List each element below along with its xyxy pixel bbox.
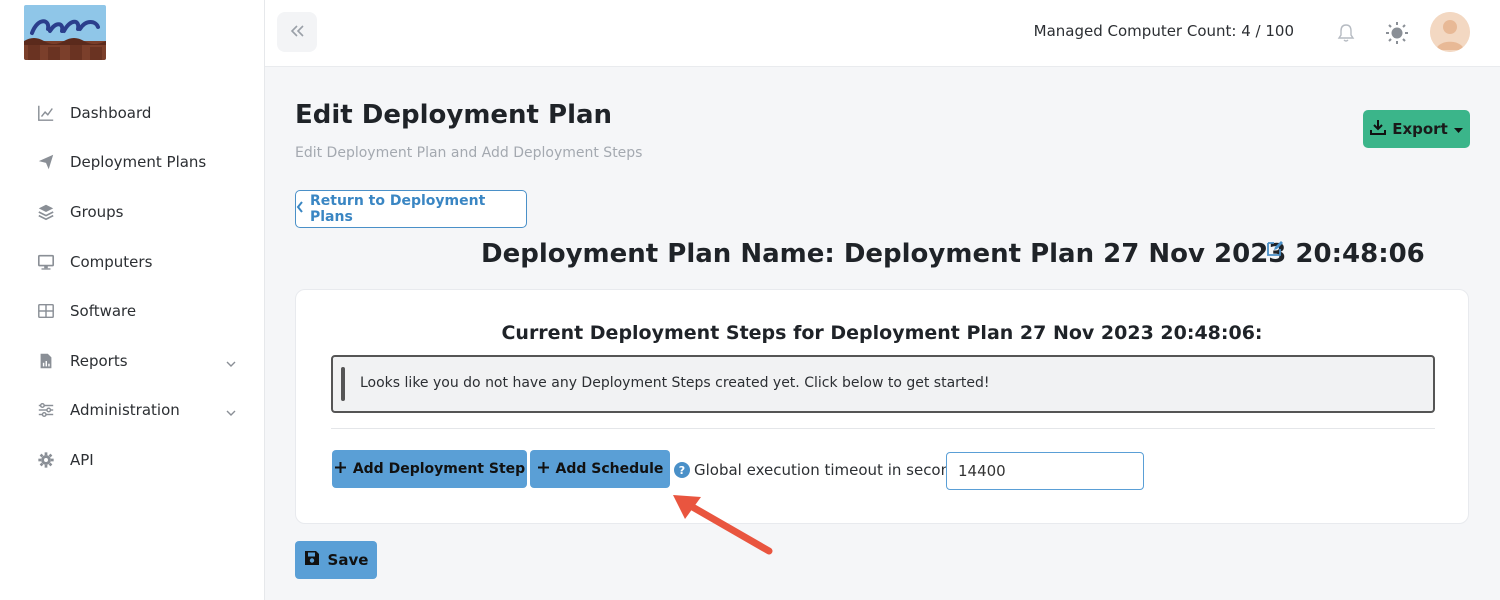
plus-icon — [537, 461, 550, 478]
sidebar-item-label: Computers — [70, 252, 153, 271]
empty-steps-alert: Looks like you do not have any Deploymen… — [331, 355, 1435, 413]
sidebar-item-label: Groups — [70, 202, 124, 221]
page-subtitle: Edit Deployment Plan and Add Deployment … — [295, 145, 643, 161]
export-button[interactable]: Export — [1363, 110, 1470, 148]
theme-toggle-sun-icon[interactable] — [1384, 20, 1410, 46]
floppy-disk-icon — [304, 550, 320, 570]
return-to-deployment-plans-button[interactable]: Return to Deployment Plans — [295, 190, 527, 228]
sidebar-item-dashboard[interactable]: Dashboard — [0, 88, 265, 138]
annotation-arrow — [673, 495, 773, 555]
add-step-label: Add Deployment Step — [352, 461, 526, 477]
sidebar-item-reports[interactable]: Reports — [0, 336, 265, 386]
top-header: Managed Computer Count: 4 / 100 — [265, 0, 1500, 67]
help-icon[interactable]: ? — [674, 462, 690, 478]
alert-accent-bar — [341, 367, 345, 401]
export-label: Export — [1392, 120, 1448, 138]
gear-icon — [36, 450, 56, 470]
divider — [331, 428, 1435, 429]
save-button[interactable]: Save — [295, 541, 377, 579]
sidebar-item-label: Administration — [70, 401, 180, 420]
sidebar: Dashboard Deployment Plans Groups Comput… — [0, 0, 265, 600]
sidebar-item-software[interactable]: Software — [0, 286, 265, 336]
layers-icon — [36, 202, 56, 222]
timeout-label: Global execution timeout in seconds — [694, 461, 968, 479]
chocolatey-logo[interactable] — [24, 5, 106, 60]
sidebar-item-label: Dashboard — [70, 103, 152, 122]
chart-line-icon — [36, 103, 56, 123]
avatar[interactable] — [1430, 12, 1470, 52]
sidebar-item-api[interactable]: API — [0, 435, 265, 485]
double-chevron-left-icon — [289, 23, 305, 42]
chevron-down-icon[interactable] — [225, 404, 237, 417]
add-schedule-label: Add Schedule — [555, 461, 664, 477]
sidebar-item-label: Software — [70, 302, 137, 321]
chevron-left-icon — [296, 201, 304, 217]
sliders-icon — [36, 400, 56, 420]
sidebar-nav: Dashboard Deployment Plans Groups Comput… — [0, 88, 265, 485]
page-title: Edit Deployment Plan — [295, 100, 613, 130]
add-schedule-button[interactable]: Add Schedule — [530, 450, 670, 488]
deployment-steps-card: Current Deployment Steps for Deployment … — [295, 289, 1469, 524]
chevron-down-icon[interactable] — [225, 355, 237, 367]
sidebar-item-deployment-plans[interactable]: Deployment Plans — [0, 138, 265, 188]
managed-computer-count: Managed Computer Count: 4 / 100 — [1033, 22, 1294, 40]
sidebar-item-administration[interactable]: Administration — [0, 386, 265, 436]
file-chart-icon — [36, 351, 56, 371]
desktop-icon — [36, 252, 56, 272]
sidebar-item-groups[interactable]: Groups — [0, 187, 265, 237]
bell-icon[interactable] — [1336, 22, 1356, 44]
edit-name-icon[interactable] — [1266, 239, 1284, 257]
sidebar-item-label: Deployment Plans — [70, 153, 207, 172]
sidebar-item-computers[interactable]: Computers — [0, 237, 265, 287]
alert-text: Looks like you do not have any Deploymen… — [360, 375, 990, 391]
grid-icon — [36, 301, 56, 321]
save-label: Save — [327, 551, 369, 569]
add-deployment-step-button[interactable]: Add Deployment Step — [332, 450, 527, 488]
card-title: Current Deployment Steps for Deployment … — [501, 322, 1263, 344]
caret-down-icon — [1453, 120, 1463, 138]
paper-plane-icon — [36, 152, 56, 172]
main-content: Edit Deployment Plan Edit Deployment Pla… — [265, 67, 1500, 600]
collapse-sidebar-button[interactable] — [277, 12, 317, 52]
timeout-input[interactable] — [946, 452, 1144, 490]
sidebar-item-label: API — [70, 450, 94, 469]
sidebar-item-label: Reports — [70, 351, 128, 370]
download-icon — [1370, 119, 1387, 139]
return-label: Return to Deployment Plans — [310, 193, 486, 225]
plus-icon — [334, 461, 347, 478]
